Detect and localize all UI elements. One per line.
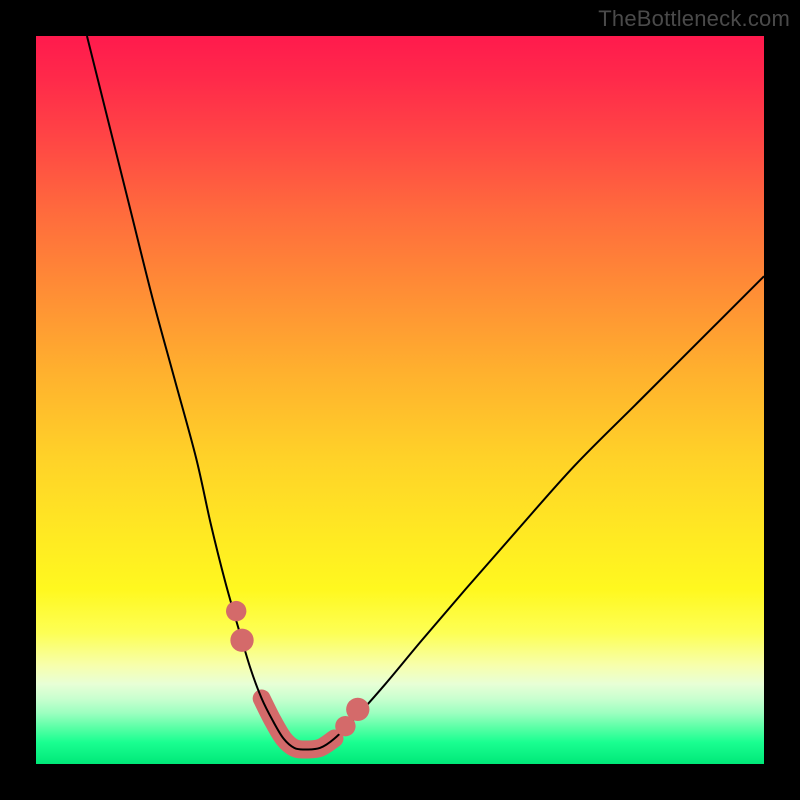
curve-marker <box>346 698 369 721</box>
chart-frame: TheBottleneck.com <box>0 0 800 800</box>
bottleneck-curve <box>87 36 764 749</box>
plot-area <box>36 36 764 764</box>
marker-points <box>226 601 369 736</box>
curve-marker <box>230 629 253 652</box>
attribution-text: TheBottleneck.com <box>598 6 790 32</box>
optimal-range-highlight <box>262 698 335 749</box>
curve-marker <box>226 601 246 621</box>
curve-layer <box>36 36 764 764</box>
